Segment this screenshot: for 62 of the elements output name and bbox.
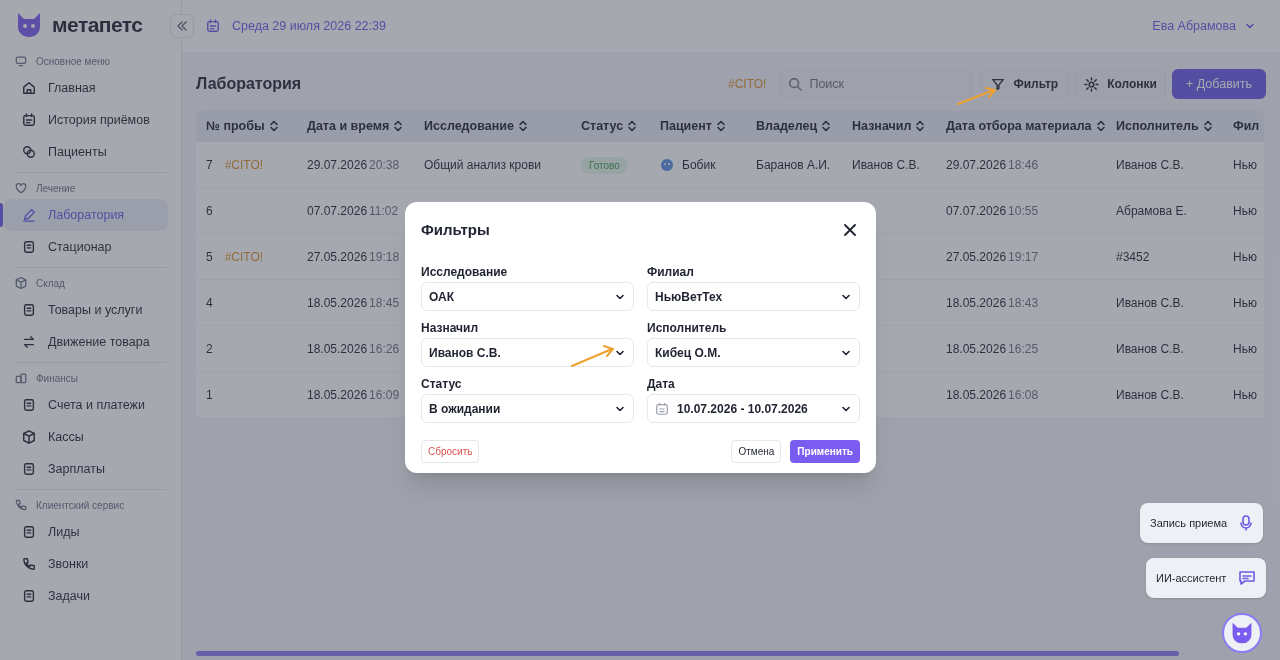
date-text: 18.05.2026 (307, 340, 368, 358)
table-cell-text: 6 (206, 202, 213, 220)
table-cell: Нью (1233, 249, 1257, 264)
table-cell: Нью (1233, 295, 1257, 310)
table-cell: Нью (1233, 387, 1257, 402)
date-text: 18.05.2026 (307, 294, 368, 312)
section-heading: Клиентский сервис (36, 498, 125, 513)
table-cell: Иванов С.В. (1116, 295, 1184, 310)
time-text: 16:25 (1008, 340, 1039, 358)
page-title: Лаборатория (196, 74, 302, 94)
table-cell: Абрамова Е. (1116, 203, 1187, 218)
table-cell: #3452 (1116, 249, 1150, 264)
status-badge: Готово (581, 156, 628, 174)
date-text: 29.07.2026 (946, 156, 1007, 174)
field-label: Исследование (421, 264, 509, 281)
table-cell: Иванов С.В. (852, 157, 920, 172)
table-cell-text: Бобик (682, 156, 716, 174)
table-cell: Иванов С.В. (1116, 341, 1184, 356)
date-text: 18.05.2026 (946, 294, 1007, 312)
time-text: 19:17 (1008, 248, 1039, 266)
current-date: Среда 29 июля 2026 22:39 (232, 17, 386, 35)
table-cell-text: 7 (206, 156, 213, 174)
time-text: 20:38 (369, 156, 400, 174)
table-cell: Нью (1233, 341, 1257, 356)
table-cell: Общий анализ крови (424, 157, 541, 172)
table-cell-text: 1 (206, 386, 213, 404)
table-cell: Иванов С.В. (1116, 387, 1184, 402)
date-text: 07.07.2026 (307, 202, 368, 220)
table-cell-text: 4 (206, 294, 213, 312)
date-text: 18.05.2026 (307, 386, 368, 404)
table-cell: Иванов С.В. (1116, 157, 1184, 172)
date-text: 07.07.2026 (946, 202, 1007, 220)
cito-tag: #CITO! (224, 155, 264, 174)
table-cell-text: 5 (206, 248, 213, 266)
time-text: 19:18 (369, 248, 400, 266)
date-text: 18.05.2026 (946, 386, 1007, 404)
field-label: Статус (421, 376, 463, 393)
date-text: 27.05.2026 (307, 248, 368, 266)
table-cell: Нью (1233, 203, 1257, 218)
time-text: 16:26 (369, 340, 400, 358)
section-heading: Лечение (36, 181, 76, 196)
table-cell: Нью (1233, 157, 1257, 172)
logo-text: метапетс (52, 12, 143, 39)
time-text: 11:02 (369, 202, 399, 220)
field-label: Филиал (647, 264, 695, 281)
modal-title: Фильтры (421, 219, 490, 240)
date-text: 18.05.2026 (946, 340, 1007, 358)
cito-tag: #CITO! (224, 247, 264, 266)
time-text: 18:46 (1008, 156, 1039, 174)
table-cell: Баранов А.И. (756, 157, 831, 172)
section-heading: Склад (36, 276, 65, 291)
section-heading: Основное меню (36, 54, 111, 69)
time-text: 16:08 (1008, 386, 1039, 404)
time-text: 18:43 (1008, 294, 1039, 312)
time-text: 10:55 (1008, 202, 1039, 220)
table-cell-text: 2 (206, 340, 213, 358)
time-text: 18:45 (369, 294, 400, 312)
section-heading: Финансы (36, 371, 78, 386)
field-label: Дата (647, 376, 676, 393)
time-text: 16:09 (369, 386, 400, 404)
date-text: 29.07.2026 (307, 156, 368, 174)
date-text: 27.05.2026 (946, 248, 1007, 266)
